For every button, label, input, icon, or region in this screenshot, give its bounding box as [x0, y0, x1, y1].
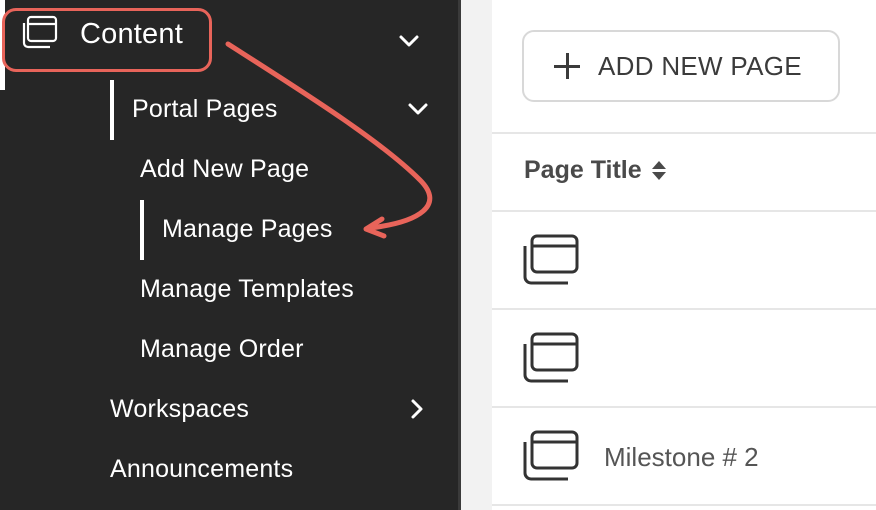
sidebar-item-portal-pages[interactable]: Portal Pages — [132, 95, 278, 124]
sidebar-item-label: Manage Pages — [162, 215, 333, 243]
chevron-down-icon[interactable] — [407, 102, 429, 116]
page-stack-icon — [22, 15, 58, 54]
column-header-page-title[interactable]: Page Title — [524, 156, 666, 185]
add-new-page-button[interactable]: ADD NEW PAGE — [522, 30, 840, 102]
sidebar-item-label: Manage Order — [140, 335, 304, 363]
sidebar: Content Portal Pages Add New Page Manage… — [0, 0, 458, 510]
table-row[interactable] — [492, 212, 876, 308]
sidebar-item-label: Workspaces — [110, 395, 250, 423]
sidebar-item-manage-pages[interactable]: Manage Pages — [162, 215, 333, 244]
row-title: Milestone # 2 — [604, 442, 759, 472]
sort-icon[interactable] — [651, 161, 666, 180]
sidebar-item-add-new-page[interactable]: Add New Page — [140, 155, 309, 184]
sidebar-item-announcements[interactable]: Announcements — [110, 455, 293, 484]
sidebar-item-label: Announcements — [110, 455, 294, 483]
column-header-label: Page Title — [524, 156, 642, 184]
chevron-right-icon[interactable] — [410, 398, 424, 420]
sidebar-item-label: Portal Pages — [132, 95, 278, 123]
page-stack-icon — [522, 332, 580, 389]
main-panel: ADD NEW PAGE Page Title Milestone # 2 — [492, 0, 876, 510]
sidebar-item-label: Add New Page — [140, 155, 310, 183]
add-new-page-label: ADD NEW PAGE — [598, 50, 802, 81]
chevron-down-icon[interactable] — [398, 34, 420, 48]
sidebar-item-workspaces[interactable]: Workspaces — [110, 395, 249, 424]
sidebar-item-label: Content — [80, 18, 183, 50]
divider — [492, 132, 876, 134]
table-row[interactable] — [492, 310, 876, 406]
table-row[interactable]: Milestone # 2 — [492, 408, 876, 504]
sidebar-item-label: Manage Templates — [140, 275, 354, 303]
sidebar-item-manage-templates[interactable]: Manage Templates — [140, 275, 354, 304]
sidebar-item-content[interactable]: Content — [22, 15, 183, 54]
page-stack-icon — [522, 234, 580, 291]
page-stack-icon — [522, 430, 580, 487]
divider — [492, 504, 876, 506]
active-indicator — [110, 80, 114, 140]
active-indicator — [140, 200, 144, 260]
sidebar-divider — [458, 0, 461, 510]
plus-icon — [554, 53, 580, 79]
sidebar-item-manage-order[interactable]: Manage Order — [140, 335, 304, 364]
